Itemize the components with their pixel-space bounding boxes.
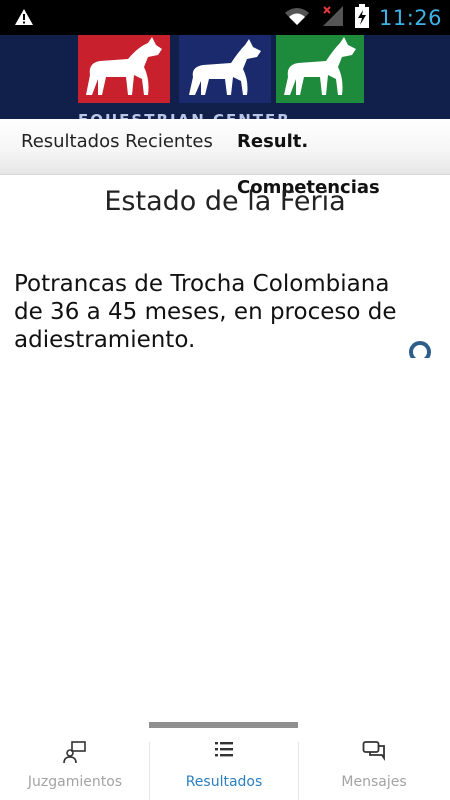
- judge-icon: [63, 740, 87, 764]
- status-clock: 11:26: [378, 5, 442, 30]
- app-screen: 11:26 EQUESTRIAN CENTER Resultados Recie…: [0, 0, 450, 800]
- no-signal-icon: [321, 5, 345, 31]
- blue-horse-panel: [179, 35, 271, 103]
- nav-label-mensajes: Mensajes: [341, 774, 407, 790]
- brand-name: EQUESTRIAN CENTER: [78, 105, 368, 119]
- battery-charging-icon: [354, 3, 369, 32]
- chat-icon: [362, 740, 386, 764]
- loading-spinner-icon: [408, 340, 432, 358]
- category-text: Potrancas de Trocha Colombiana de 36 a 4…: [14, 271, 397, 353]
- bottom-nav: Juzgamientos Resultados Mensajes: [0, 722, 450, 800]
- tab-recent-results[interactable]: Resultados Recientes: [21, 119, 213, 165]
- results-tabs: Resultados Recientes Result. Competencia…: [0, 119, 450, 198]
- tab-competition-results[interactable]: Result. Competencias: [237, 119, 450, 198]
- wifi-icon: [283, 6, 311, 30]
- nav-label-resultados: Resultados: [185, 774, 263, 790]
- warning-icon: [14, 8, 34, 30]
- nav-item-juzgamientos[interactable]: Juzgamientos: [0, 728, 150, 800]
- header-banner: EQUESTRIAN CENTER: [0, 35, 450, 119]
- red-horse-panel: [78, 35, 170, 103]
- nav-item-mensajes[interactable]: Mensajes: [298, 728, 450, 800]
- nav-item-resultados[interactable]: Resultados: [149, 728, 299, 800]
- green-horse-panel: [276, 35, 364, 103]
- list-icon: [214, 740, 234, 764]
- status-bar: 11:26: [0, 0, 450, 35]
- nav-label-juzgamientos: Juzgamientos: [27, 774, 123, 790]
- fair-status-title: Estado de la Feria: [104, 186, 346, 217]
